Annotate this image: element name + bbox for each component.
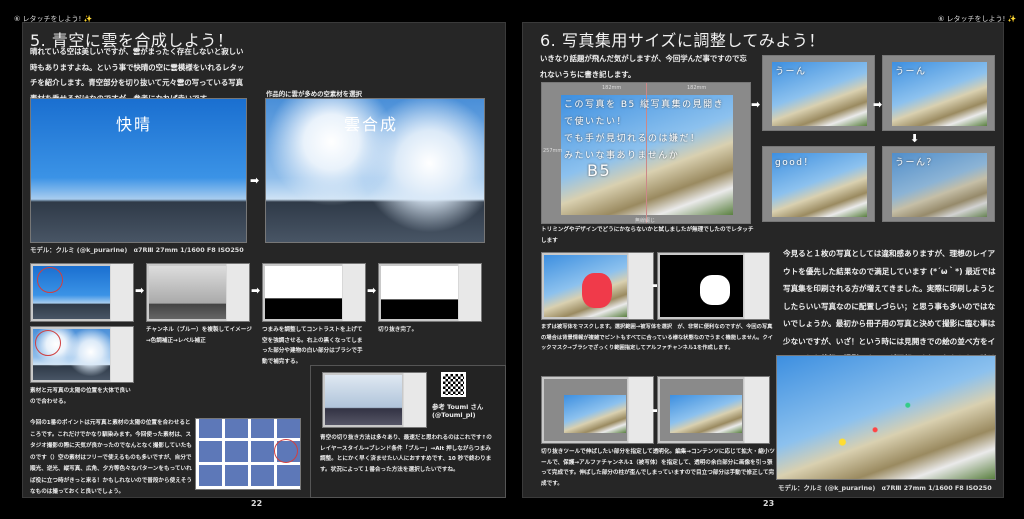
- overlay-line: で使いたい！: [564, 117, 628, 127]
- try-layout-4: うーん？: [882, 146, 995, 222]
- arrow-right-icon: ➡: [367, 284, 377, 297]
- point-text: 今回の1番のポイントは元写真と素材の太陽の位置を合わせるところです。これだけでか…: [30, 420, 192, 495]
- crop-screenshot-2: [657, 376, 770, 444]
- try-label: うーん: [895, 67, 927, 77]
- dim-width-right: 182mm: [687, 85, 707, 91]
- right-intro: いきなり話題が飛んだ気がしますが、今回学んだ事ですので忘れないうちに書き記します…: [540, 54, 747, 79]
- step-original-screenshot: [30, 263, 134, 322]
- b5-spread-mockup: 182mm 182mm 257mm この写真を B5 縦写真集の見開き で使いた…: [541, 82, 751, 224]
- mask-screenshot-1: [541, 252, 654, 320]
- trim-caption: トリミングやデザインでどうにかならないかと試しましたが無理でしたのでレタッチしま…: [541, 227, 754, 244]
- final-photo: [776, 355, 996, 480]
- photo-label-composite: 雲合成: [344, 115, 399, 134]
- step-align-caption: 素材と元写真の太陽の位置を大体で良いので合わせる。: [30, 388, 131, 405]
- step-contrast-screenshot: [262, 263, 366, 322]
- page-number-23: 23: [763, 499, 775, 508]
- reference-handle: (@Toumi_pl): [432, 411, 476, 419]
- page-number-22: 22: [251, 499, 263, 508]
- right-model-caption: モデル：クルミ (@k_purarine) α7RⅢ 27mm 1/1600 F…: [778, 484, 992, 492]
- overlay-line: でも手が見切れるのは嫌だ！: [564, 134, 701, 144]
- crop-caption: 切り抜きツールで伸ばしたい部分を指定して透明化。編集→コンテンツに応じて拡大・縮…: [541, 449, 775, 487]
- overlay-line: この写真を B5 縦写真集の見開き: [564, 100, 725, 110]
- cloud-composite-photo: 雲合成: [265, 98, 485, 243]
- sky-material-grid: [195, 418, 301, 490]
- step-channel-caption: チャンネル（ブルー）を複製してイメージ→色調補正→レベル補正: [146, 327, 252, 344]
- step-done-caption: 切り抜き完了。: [378, 327, 418, 333]
- arrow-right-icon: ➡: [751, 98, 761, 111]
- left-model-caption: モデル：クルミ (@k_purarine) α7RⅢ 27mm 1/1600 F…: [30, 246, 244, 254]
- select-caption: 作品的に雲が多めの空素材を選択: [266, 90, 362, 98]
- arrow-right-icon: ➡: [250, 174, 260, 187]
- crop-screenshot-1: [541, 376, 654, 444]
- arrow-right-icon: ➡: [873, 98, 883, 111]
- dim-height: 257mm: [543, 148, 563, 154]
- section-6-title: 6. 写真集用サイズに調整してみよう！: [540, 31, 825, 50]
- try-label: うーん: [775, 67, 807, 77]
- qr-code[interactable]: [441, 372, 466, 397]
- reference-text: 青空の切り抜き方法は多々あり、最速だと思われるのはこれです↑のレイヤースタイル→…: [320, 435, 492, 473]
- binding-label: 無線綴じ: [635, 218, 656, 224]
- overlay-line: みたいな事ありませんか: [564, 151, 680, 161]
- try-label: うーん？: [895, 158, 938, 168]
- step-channel-screenshot: [146, 263, 250, 322]
- mask-caption: まずは被写体をマスクします。選択範囲→被写体を選択 が、非常に便利なのですが、今…: [541, 324, 774, 351]
- reference-label: 参考 Toumi さん: [432, 403, 484, 411]
- clear-sky-photo: 快晴: [30, 98, 247, 243]
- photo-label-clear: 快晴: [116, 115, 153, 134]
- try-layout-good: good！: [762, 146, 875, 222]
- try-layout-2: うーん: [882, 55, 995, 131]
- try-layout-1: うーん: [762, 55, 875, 131]
- arrow-right-icon: ➡: [251, 284, 261, 297]
- dim-width-left: 182mm: [602, 85, 622, 91]
- try-label: good！: [775, 158, 814, 168]
- overlay-b5: B5: [587, 161, 612, 180]
- left-intro: 晴れている空は美しいですが、雲がまったく存在しないと寂しい時もありますよね。とい…: [30, 47, 245, 103]
- arrow-down-icon: ⬇: [910, 132, 920, 145]
- mask-screenshot-2: [657, 252, 770, 320]
- step-cloud-material-screenshot: [30, 326, 134, 383]
- step-done-screenshot: [378, 263, 482, 322]
- arrow-right-icon: ➡: [135, 284, 145, 297]
- reference-screenshot: [322, 372, 427, 428]
- step-contrast-caption: つまみを調整してコントラストを上げて空を強調させる。右上の黒くなってしまった部分…: [262, 327, 363, 365]
